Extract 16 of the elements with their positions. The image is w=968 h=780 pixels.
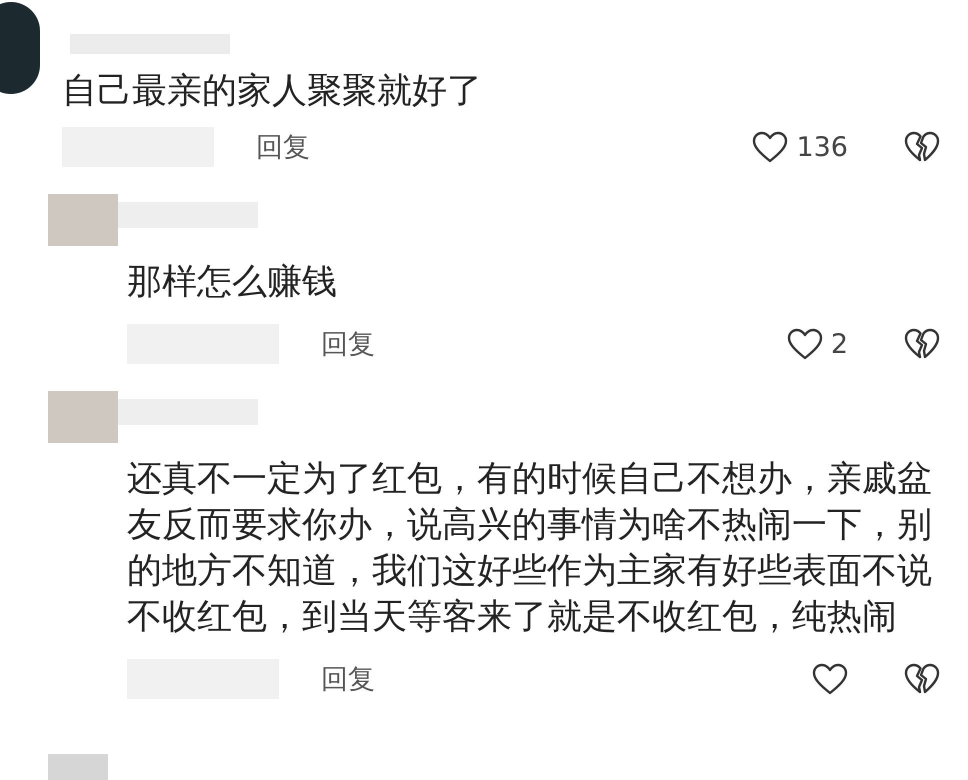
broken-heart-icon[interactable] (904, 328, 940, 360)
comment-text: 那样怎么赚钱 (127, 261, 338, 304)
broken-heart-icon[interactable] (904, 663, 940, 695)
reply-button[interactable]: 回复 (321, 330, 375, 358)
blurred-avatar (48, 194, 118, 246)
heart-icon[interactable] (786, 328, 823, 360)
blurred-avatar (48, 391, 118, 443)
comment-text: 自己最亲的家人聚聚就好了 (62, 70, 483, 113)
heart-icon[interactable] (752, 131, 788, 163)
heart-icon[interactable] (812, 663, 848, 695)
like-count: 2 (830, 330, 848, 358)
like-count: 136 (796, 134, 848, 160)
reply-button[interactable]: 回复 (321, 666, 375, 692)
broken-heart-icon[interactable] (904, 131, 940, 163)
reply-button[interactable]: 回复 (256, 134, 310, 160)
comment-text: 还真不一定为了红包，有的时候自己不想办，亲戚盆友反而要求你办，说高兴的事情为啥不热闹一下，别的地方不知道，我们这好些作为主家有好些表面不说不收红包，到当天等客来了就是不收红包，纯热闹 (127, 458, 933, 639)
